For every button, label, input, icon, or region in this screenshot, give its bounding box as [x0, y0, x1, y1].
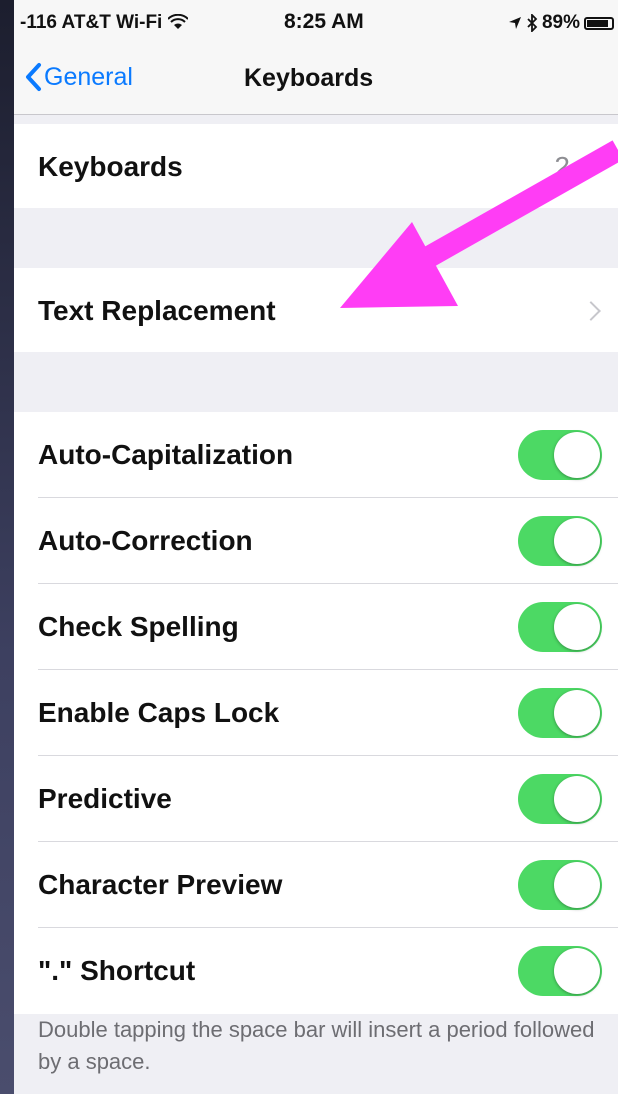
- annotation-arrow: [340, 140, 618, 308]
